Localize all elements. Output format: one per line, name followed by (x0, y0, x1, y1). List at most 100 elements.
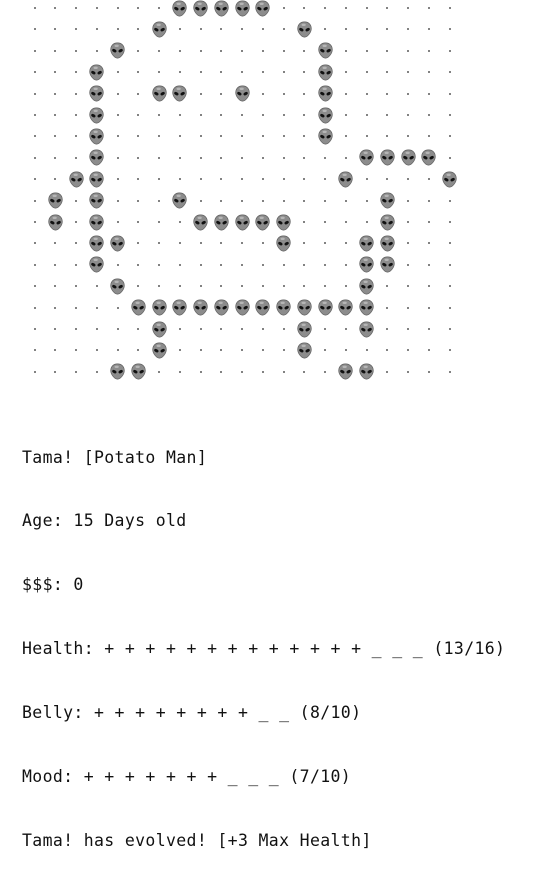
grid-dot (386, 178, 389, 181)
grid-dot (282, 49, 285, 52)
grid-dot (137, 28, 140, 31)
grid-dot (448, 92, 451, 95)
grid-dot (261, 349, 264, 352)
grid-dot (33, 92, 36, 95)
alien-head-icon (151, 299, 168, 316)
grid-dot (137, 7, 140, 9)
grid-dot (427, 178, 430, 181)
alien-head-icon (88, 171, 105, 188)
alien-head-icon (379, 149, 396, 166)
grid-dot (282, 156, 285, 159)
grid-dot (427, 49, 430, 52)
pet-name-line: Tama! [Potato Man] (22, 447, 208, 467)
grid-dot (261, 92, 264, 95)
grid-dot (33, 178, 36, 181)
grid-dot (158, 71, 160, 74)
grid-dot (324, 349, 326, 352)
alien-head-icon (213, 214, 230, 231)
grid-dot (220, 328, 223, 330)
grid-dot (386, 285, 389, 288)
alien-head-icon (358, 278, 375, 295)
grid-dot (33, 114, 36, 116)
grid-dot (344, 328, 347, 330)
grid-dot (386, 49, 389, 52)
grid-dot (75, 306, 77, 309)
grid-dot (241, 135, 243, 138)
grid-dot (95, 328, 98, 330)
grid-dot (344, 7, 347, 9)
grid-dot (448, 263, 451, 266)
grid-dot (261, 49, 264, 52)
grid-dot (427, 7, 430, 9)
grid-dot (448, 114, 451, 116)
grid-dot (241, 114, 243, 116)
grid-dot (344, 242, 347, 245)
alien-head-icon (88, 149, 105, 166)
alien-head-icon (88, 235, 105, 252)
grid-dot (33, 135, 36, 138)
grid-dot (75, 71, 77, 74)
alien-head-icon (151, 85, 168, 102)
grid-dot (448, 221, 451, 223)
grid-dot (427, 135, 430, 138)
grid-dot (386, 114, 389, 116)
grid-dot (158, 370, 160, 373)
grid-dot (178, 49, 181, 52)
belly-bar-line: Belly: + + + + + + + + _ _ (8/10) (22, 703, 362, 723)
grid-dot (33, 49, 36, 52)
grid-dot (54, 49, 57, 52)
grid-dot (199, 242, 202, 245)
grid-dot (407, 92, 409, 95)
grid-dot (54, 156, 57, 159)
grid-dot (344, 28, 347, 31)
alien-head-icon (358, 321, 375, 338)
grid-dot (427, 328, 430, 330)
grid-dot (178, 242, 181, 245)
grid-dot (303, 199, 306, 202)
grid-dot (33, 7, 36, 9)
grid-dot (303, 71, 306, 74)
grid-dot (116, 71, 119, 74)
alien-head-icon (88, 107, 105, 124)
grid-dot (75, 114, 77, 116)
grid-dot (137, 114, 140, 116)
grid-dot (344, 71, 347, 74)
grid-dot (116, 156, 119, 159)
grid-dot (33, 263, 36, 266)
grid-dot (33, 370, 36, 373)
grid-dot (344, 114, 347, 116)
grid-dot (33, 28, 36, 31)
grid-dot (95, 49, 98, 52)
grid-dot (427, 306, 430, 309)
grid-dot (199, 370, 202, 373)
grid-dot (448, 285, 451, 288)
alien-head-icon (151, 342, 168, 359)
grid-dot (54, 7, 57, 9)
grid-dot (116, 306, 119, 309)
grid-dot (261, 370, 264, 373)
grid-dot (178, 328, 181, 330)
grid-dot (241, 178, 243, 181)
grid-dot (303, 242, 306, 245)
grid-dot (324, 221, 326, 223)
grid-dot (365, 49, 368, 52)
grid-dot (75, 328, 77, 330)
grid-dot (54, 370, 57, 373)
alien-head-icon (358, 149, 375, 166)
grid-dot (116, 221, 119, 223)
grid-dot (303, 178, 306, 181)
grid-dot (220, 135, 223, 138)
grid-dot (344, 156, 347, 159)
grid-dot (261, 71, 264, 74)
alien-head-icon (88, 128, 105, 145)
grid-dot (54, 92, 57, 95)
grid-dot (54, 306, 57, 309)
grid-dot (137, 221, 140, 223)
grid-dot (365, 349, 368, 352)
grid-dot (158, 114, 160, 116)
alien-head-icon (68, 171, 85, 188)
grid-dot (241, 242, 243, 245)
grid-dot (261, 135, 264, 138)
grid-dot (448, 306, 451, 309)
grid-dot (116, 199, 119, 202)
